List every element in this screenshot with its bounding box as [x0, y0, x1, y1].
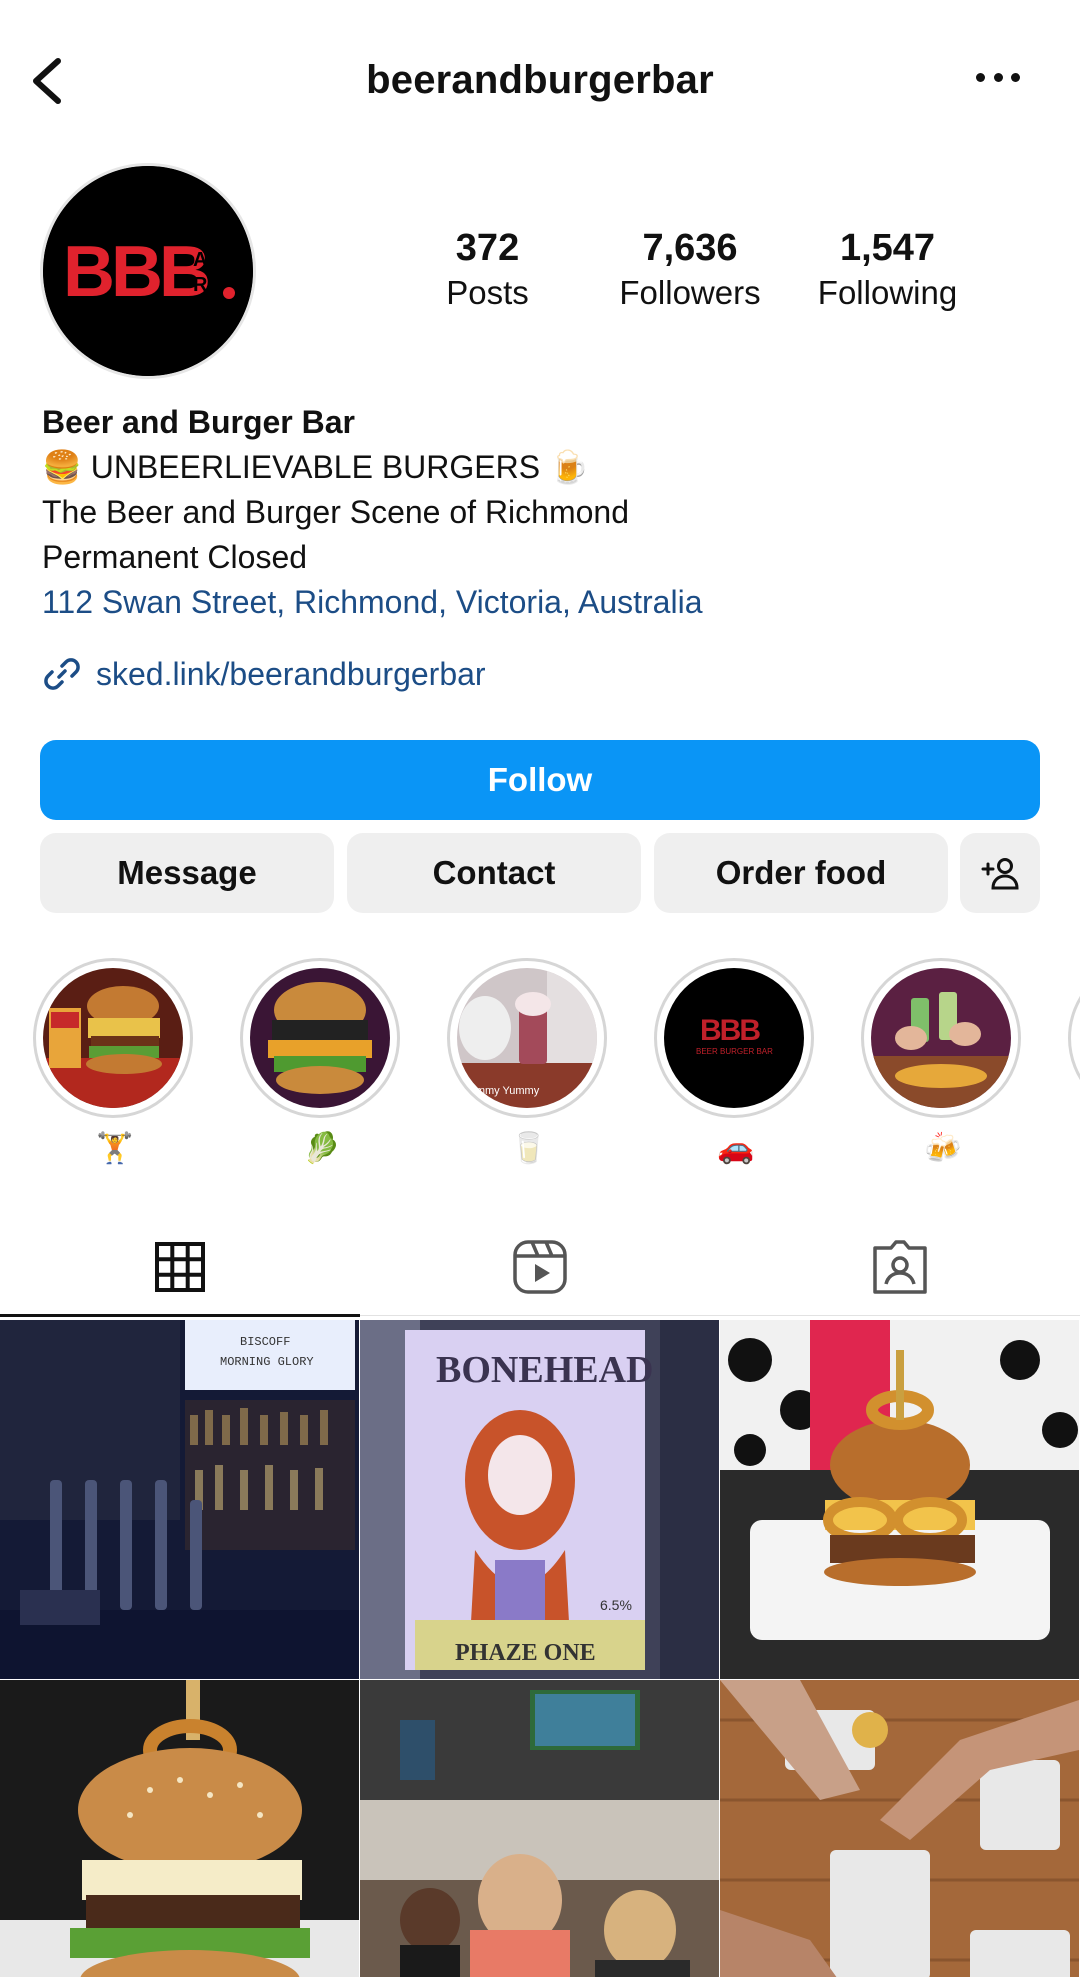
highlight-label: 🍻 [924, 1132, 962, 1165]
top-bar: beerandburgerbar [0, 0, 1080, 165]
profile-name: Beer and Burger Bar [42, 404, 355, 440]
tab-posts-grid[interactable] [0, 1218, 360, 1317]
tab-reels[interactable] [360, 1218, 720, 1316]
highlight-item[interactable]: 🥬 [240, 958, 404, 1168]
poster-subtitle: PHAZE ONE [455, 1640, 596, 1666]
profile-bio: Beer and Burger Bar 🍔 UNBEERLIEVABLE BUR… [42, 400, 1042, 625]
post-thumbnail[interactable]: BISCOFF MORNING GLORY [0, 1320, 359, 1679]
svg-text:R: R [193, 274, 208, 296]
message-button[interactable]: Message [40, 833, 334, 913]
highlight-cover [250, 968, 390, 1108]
story-highlights: 🏋️ 🥬 Yummy Yummy 🥛 BBB BEER BURGER BAR 🚗… [0, 958, 1080, 1168]
contact-button[interactable]: Contact [347, 833, 641, 913]
post-thumbnail[interactable]: BONEHEAD PHAZE ONE 6.5% [360, 1320, 719, 1679]
posts-label: Posts [446, 274, 529, 311]
profile-avatar[interactable]: BBB A R [40, 163, 256, 379]
follow-button[interactable]: Follow [40, 740, 1040, 820]
poster-title: BONEHEAD [436, 1349, 653, 1391]
bio-tagline: 🍔 UNBEERLIEVABLE BURGERS 🍺 [42, 449, 589, 485]
post-thumbnail[interactable] [360, 1680, 719, 1977]
highlight-label: 🥛 [510, 1132, 548, 1165]
highlight-cover [871, 968, 1011, 1108]
poster-abv: 6.5% [600, 1597, 632, 1613]
followers-label: Followers [619, 274, 761, 311]
order-food-button[interactable]: Order food [654, 833, 948, 913]
more-options-icon[interactable] [976, 70, 1020, 84]
following-value: 1,547 [839, 227, 936, 269]
bio-line-2: Permanent Closed [42, 539, 308, 575]
posts-value: 372 [455, 227, 520, 269]
followers-count[interactable]: 7,636 Followers [600, 225, 780, 315]
post-thumbnail[interactable] [0, 1680, 359, 1977]
website-link-text: sked.link/beerandburgerbar [96, 655, 486, 692]
highlight-label: 🏋️ [96, 1132, 134, 1165]
post-thumbnail[interactable] [720, 1320, 1079, 1679]
highlight-cover-text: BEER BURGER BAR [696, 1047, 773, 1056]
reels-icon [513, 1240, 567, 1294]
highlight-cover: Yummy Yummy [457, 968, 597, 1108]
highlight-item[interactable]: BBB BEER BURGER BAR 🚗 [654, 958, 818, 1168]
website-link[interactable]: sked.link/beerandburgerbar [42, 651, 486, 697]
following-count[interactable]: 1,547 Following [800, 225, 975, 315]
svg-text:BBB: BBB [63, 232, 208, 312]
highlight-cover: BBB BEER BURGER BAR [664, 968, 804, 1108]
profile-tabs [0, 1218, 1080, 1317]
profile-stats: 372 Posts 7,636 Followers 1,547 Followin… [420, 225, 980, 325]
suggested-accounts-button[interactable] [960, 833, 1040, 913]
bio-location-link[interactable]: 112 Swan Street, Richmond, Victoria, Aus… [42, 580, 1042, 625]
menu-board-text: BISCOFF [240, 1335, 290, 1349]
posts-count[interactable]: 372 Posts [420, 225, 555, 315]
svg-text:A: A [193, 249, 207, 271]
highlight-item-partial[interactable] [1068, 958, 1080, 1118]
menu-board-text: MORNING GLORY [220, 1355, 314, 1369]
followers-value: 7,636 [642, 227, 738, 269]
link-icon [44, 658, 80, 690]
highlight-item[interactable]: Yummy Yummy 🥛 [447, 958, 611, 1168]
highlight-cover-text: Yummy Yummy [463, 1085, 540, 1097]
highlight-cover [43, 968, 183, 1108]
following-label: Following [817, 274, 958, 311]
bbb-logo: BBB A R [43, 166, 253, 376]
highlight-item[interactable]: 🏋️ [33, 958, 197, 1168]
highlight-label: 🚗 [717, 1132, 755, 1165]
username-title: beerandburgerbar [366, 58, 714, 102]
post-thumbnail[interactable] [720, 1680, 1079, 1977]
add-person-icon [981, 858, 1019, 890]
bio-line-1: The Beer and Burger Scene of Richmond [42, 494, 629, 530]
tagged-icon [873, 1240, 927, 1294]
action-buttons: Message Contact Order food [40, 833, 1040, 913]
grid-icon [155, 1242, 205, 1292]
svg-text:BBB: BBB [700, 1014, 760, 1047]
highlight-label: 🥬 [303, 1132, 341, 1165]
tab-tagged[interactable] [720, 1218, 1080, 1316]
highlight-item[interactable]: 🍻 [861, 958, 1025, 1168]
